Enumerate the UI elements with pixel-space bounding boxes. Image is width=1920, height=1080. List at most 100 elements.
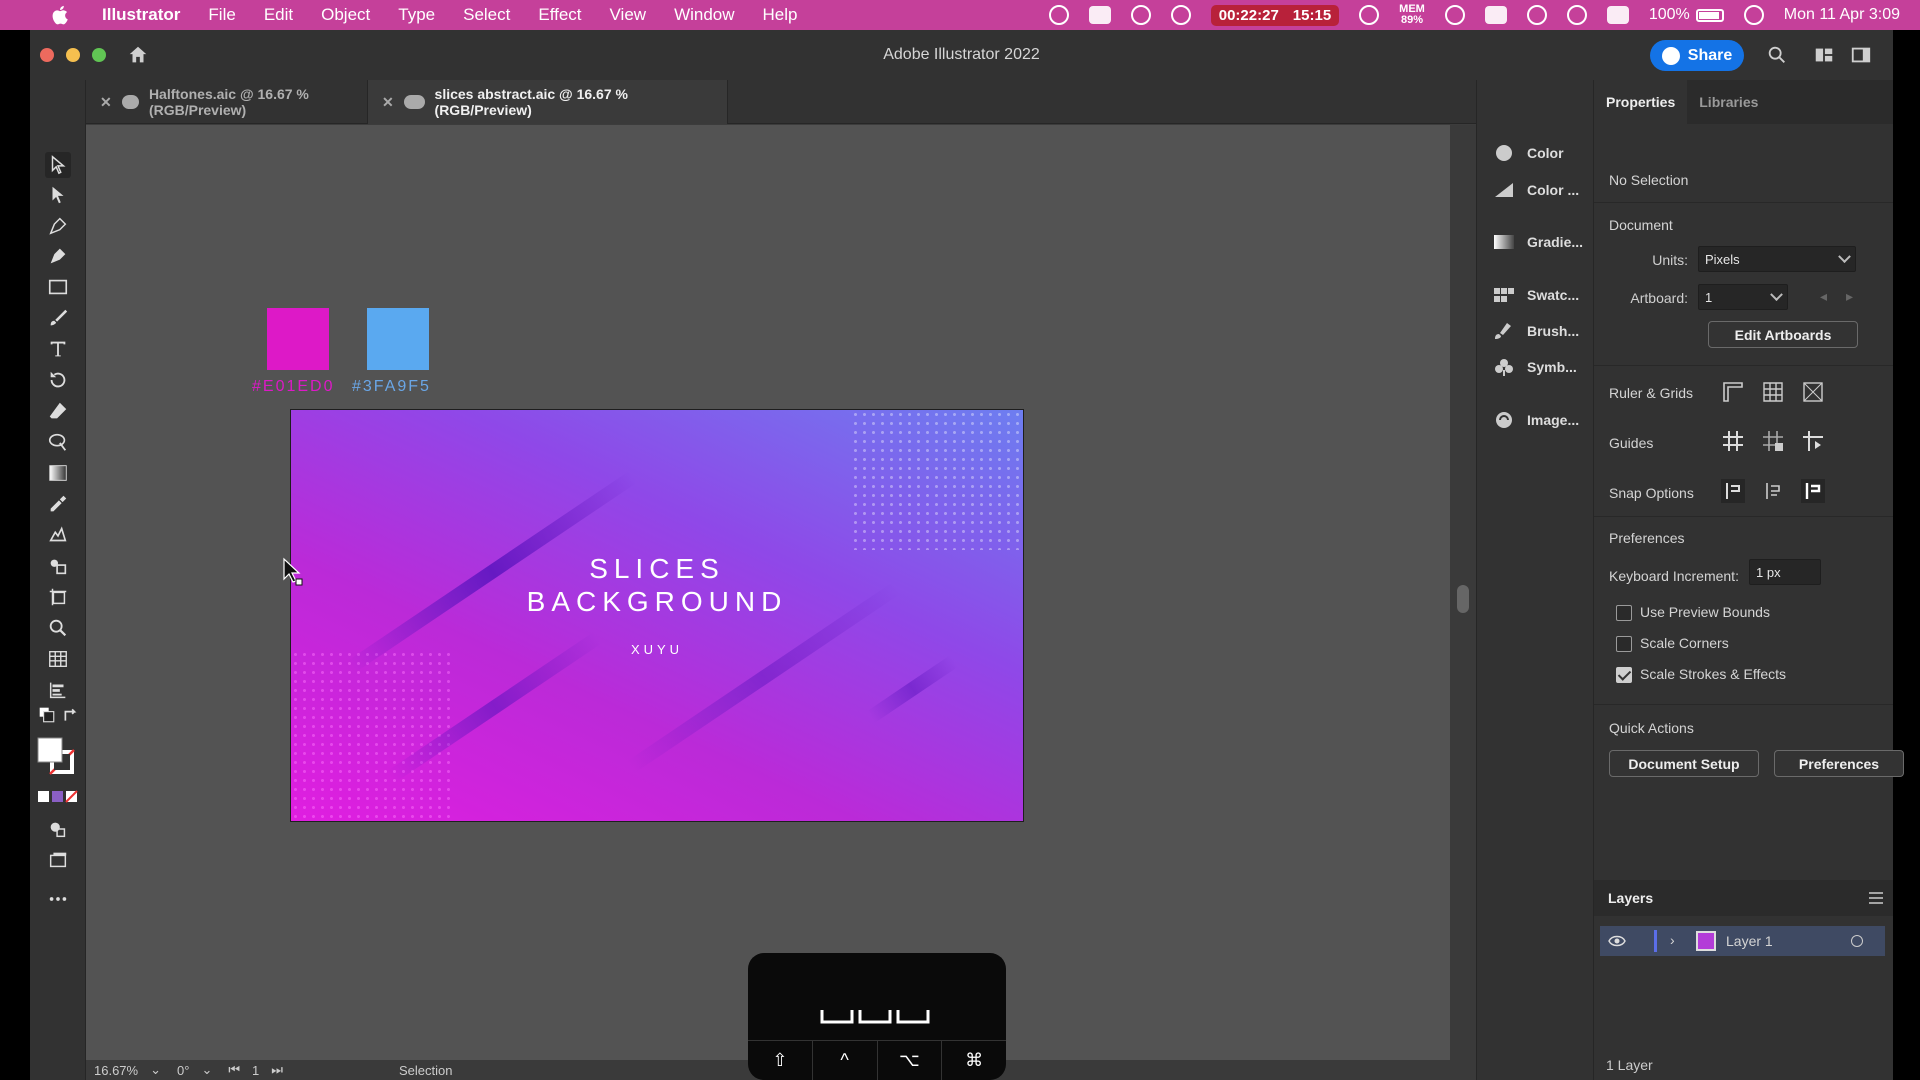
input-source-icon[interactable] <box>1606 6 1629 24</box>
curvature-tool[interactable] <box>45 243 71 269</box>
panel-symbols[interactable]: Symb... <box>1477 349 1595 385</box>
creative-cloud-icon[interactable] <box>1048 5 1069 25</box>
panel-color-guide[interactable]: Color ... <box>1477 172 1595 208</box>
vertical-scrollbar[interactable] <box>1450 125 1476 1080</box>
units-select[interactable]: Pixels <box>1698 246 1856 272</box>
use-preview-bounds-checkbox[interactable] <box>1616 605 1632 621</box>
show-guides-icon[interactable] <box>1720 428 1746 454</box>
swatch-magenta[interactable] <box>267 308 329 370</box>
last-artboard-icon[interactable]: ⏭ <box>271 1062 283 1078</box>
color-mode-buttons[interactable] <box>38 790 78 804</box>
layer-name[interactable]: Layer 1 <box>1726 933 1773 949</box>
keyboard-increment-input[interactable]: 1 px <box>1749 559 1821 585</box>
menu-edit[interactable]: Edit <box>264 5 293 25</box>
target-circle-icon[interactable] <box>1851 935 1863 947</box>
dropper-status-icon[interactable] <box>1170 5 1191 25</box>
command-key[interactable]: ⌘ <box>942 1041 1006 1080</box>
panel-color[interactable]: Color <box>1477 135 1595 171</box>
panel-brushes[interactable]: Brush... <box>1477 313 1595 349</box>
artboard-select[interactable]: 1 <box>1698 284 1788 310</box>
graph-tool[interactable] <box>45 677 71 703</box>
selection-tool[interactable] <box>45 152 71 178</box>
snap-to-pixel-icon[interactable] <box>1800 478 1826 504</box>
preferences-button[interactable]: Preferences <box>1774 750 1904 777</box>
rotation-field[interactable]: 0° ⌄ <box>169 1062 220 1078</box>
scale-corners-checkbox[interactable] <box>1616 636 1632 652</box>
smart-guides-icon[interactable] <box>1800 428 1826 454</box>
close-tab-icon[interactable]: ✕ <box>382 94 394 111</box>
rectangle-tool[interactable] <box>45 274 71 300</box>
paintbrush-tool[interactable] <box>45 305 71 331</box>
artboard-tool[interactable] <box>45 584 71 610</box>
sync-icon[interactable] <box>1526 5 1547 25</box>
blend-tool[interactable] <box>45 522 71 548</box>
first-artboard-icon[interactable]: ⏮ <box>228 1062 240 1078</box>
tab-halftones[interactable]: ✕ Halftones.aic @ 16.67 % (RGB/Preview) <box>86 80 368 124</box>
shape-builder-tool[interactable] <box>45 429 71 455</box>
headphones-icon[interactable] <box>1566 5 1587 25</box>
lock-guides-icon[interactable] <box>1760 428 1786 454</box>
layer-row[interactable]: › Layer 1 <box>1600 926 1885 956</box>
zoom-tool[interactable] <box>45 615 71 641</box>
edit-artboards-button[interactable]: Edit Artboards <box>1708 321 1858 348</box>
panel-menu-icon[interactable] <box>1869 892 1883 904</box>
battery-indicator[interactable]: 100% <box>1649 6 1724 24</box>
menu-view[interactable]: View <box>610 5 647 25</box>
command-icon[interactable] <box>1088 6 1111 24</box>
chrome-icon[interactable] <box>1359 5 1380 25</box>
share-button[interactable]: Share <box>1650 40 1744 71</box>
eraser-tool[interactable] <box>45 398 71 424</box>
menu-file[interactable]: File <box>208 5 235 25</box>
pen-tool[interactable] <box>45 213 71 239</box>
snap-to-grid-icon[interactable] <box>1760 478 1786 504</box>
menu-type[interactable]: Type <box>398 5 435 25</box>
canvas-area[interactable]: #E01ED0 #3FA9F5 SLICES BACKGROUND XUYU <box>86 125 1450 1080</box>
gradient-tool[interactable] <box>45 460 71 486</box>
panel-gradient[interactable]: Gradie... <box>1477 224 1595 260</box>
menu-window[interactable]: Window <box>674 5 734 25</box>
type-tool[interactable] <box>45 336 71 362</box>
snap-to-point-icon[interactable] <box>1720 478 1746 504</box>
document-setup-button[interactable]: Document Setup <box>1609 750 1759 777</box>
control-key[interactable]: ^ <box>813 1041 878 1080</box>
memory-indicator[interactable]: MEM 89% <box>1399 4 1425 26</box>
expand-chevron-icon[interactable]: › <box>1670 932 1675 948</box>
grid-icon[interactable] <box>1760 379 1786 405</box>
panel-image-trace[interactable]: Image... <box>1477 402 1595 438</box>
wifi-icon[interactable] <box>1444 5 1465 25</box>
app-status-icon[interactable] <box>1130 5 1151 25</box>
option-key[interactable]: ⌥ <box>878 1041 943 1080</box>
workspace-switcher-icon[interactable] <box>1849 44 1873 66</box>
apple-icon[interactable] <box>50 4 72 26</box>
panel-swatches[interactable]: Swatc... <box>1477 277 1595 313</box>
screen-mode-tool[interactable] <box>45 847 71 873</box>
transparency-grid-icon[interactable] <box>1800 379 1826 405</box>
shift-key[interactable]: ⇧ <box>748 1041 813 1080</box>
tab-libraries[interactable]: Libraries <box>1687 80 1770 124</box>
fill-stroke-swatch[interactable] <box>36 736 78 778</box>
rotate-tool[interactable] <box>45 367 71 393</box>
direct-selection-tool[interactable] <box>45 182 71 208</box>
draw-mode-tool[interactable] <box>45 816 71 842</box>
layers-title[interactable]: Layers <box>1608 890 1653 906</box>
next-artboard-icon[interactable]: ▸ <box>1846 288 1853 305</box>
visibility-eye-icon[interactable] <box>1608 934 1626 948</box>
swap-fill-stroke-icon[interactable] <box>62 706 80 724</box>
search-icon[interactable] <box>1765 44 1789 66</box>
ruler-icon[interactable] <box>1720 379 1746 405</box>
swatch-blue[interactable] <box>367 308 429 370</box>
scale-strokes-checkbox[interactable] <box>1616 667 1632 683</box>
table-graph-tool[interactable] <box>45 646 71 672</box>
control-center-icon[interactable] <box>1743 5 1764 25</box>
edit-toolbar-button[interactable] <box>45 886 71 912</box>
eyedropper-tool[interactable] <box>45 491 71 517</box>
menu-clock[interactable]: Mon 11 Apr 3:09 <box>1784 6 1900 24</box>
menu-select[interactable]: Select <box>463 5 510 25</box>
menu-help[interactable]: Help <box>763 5 798 25</box>
close-tab-icon[interactable]: ✕ <box>100 94 112 111</box>
previous-artboard-icon[interactable]: ◂ <box>1820 288 1827 305</box>
menu-effect[interactable]: Effect <box>538 5 581 25</box>
symbol-sprayer-tool[interactable] <box>45 553 71 579</box>
artboard[interactable]: SLICES BACKGROUND XUYU <box>290 409 1024 822</box>
arrange-documents-icon[interactable] <box>1812 44 1836 66</box>
